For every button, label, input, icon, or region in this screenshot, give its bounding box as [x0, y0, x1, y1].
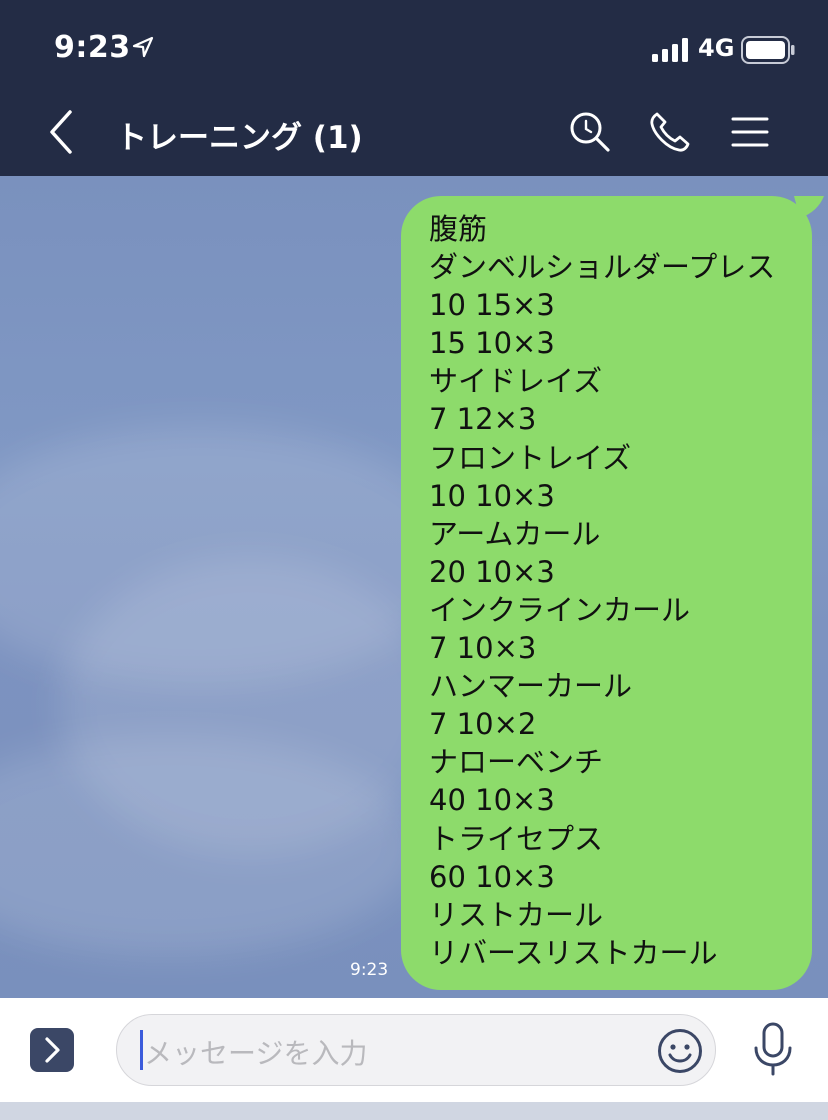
back-button[interactable] [44, 108, 80, 156]
chevron-right-icon [45, 1037, 60, 1063]
message-line: サイドレイズ [429, 364, 603, 399]
message-line: 40 10×3 [429, 783, 555, 818]
message-line: ハンマーカール [429, 669, 633, 704]
message-input-placeholder: メッセージを入力 [144, 1037, 368, 1070]
smiley-icon[interactable] [657, 1028, 703, 1074]
message-line: リバースリストカール [429, 935, 718, 970]
message-line: 10 10×3 [429, 478, 555, 513]
message-line: 20 10×3 [429, 554, 555, 589]
expand-button[interactable] [30, 1028, 74, 1072]
battery-icon [741, 36, 795, 64]
message-timestamp: 9:23 [350, 960, 389, 980]
search-icon[interactable] [568, 110, 612, 154]
network-type: 4G [698, 34, 735, 62]
message-line: ナローベンチ [429, 745, 604, 780]
location-arrow-icon [132, 36, 154, 58]
message-line: 腹筋 [429, 212, 488, 246]
message-line: 7 12×3 [429, 402, 537, 437]
message-line: 7 10×3 [429, 631, 537, 666]
home-indicator-area [0, 1102, 828, 1120]
message-line: 15 10×3 [429, 326, 555, 361]
message-line: アームカール [429, 516, 601, 551]
message-line: ダンベルショルダープレス [429, 250, 776, 285]
message-line: 7 10×2 [429, 707, 537, 742]
message-line: トライセプス [429, 821, 604, 856]
chat-title: トレーニング (1) [116, 120, 363, 156]
message-line: インクラインカール [429, 592, 691, 627]
status-time: 9:23 [54, 30, 131, 65]
phone-icon[interactable] [648, 110, 692, 154]
message-line: フロントレイズ [429, 440, 632, 475]
microphone-icon[interactable] [752, 1022, 794, 1076]
top-bar: 9:23 4G トレーニング (1) [0, 0, 828, 176]
text-caret [140, 1030, 143, 1070]
message-line: リストカール [429, 897, 604, 932]
hamburger-menu-icon[interactable] [728, 110, 772, 154]
message-line: 60 10×3 [429, 859, 555, 894]
message-bubble[interactable]: 腹筋 ダンベルショルダープレス 10 15×3 15 10×3 サイドレイズ 7… [401, 196, 812, 990]
signal-bars-icon [652, 38, 688, 62]
message-line: 10 15×3 [429, 288, 555, 323]
